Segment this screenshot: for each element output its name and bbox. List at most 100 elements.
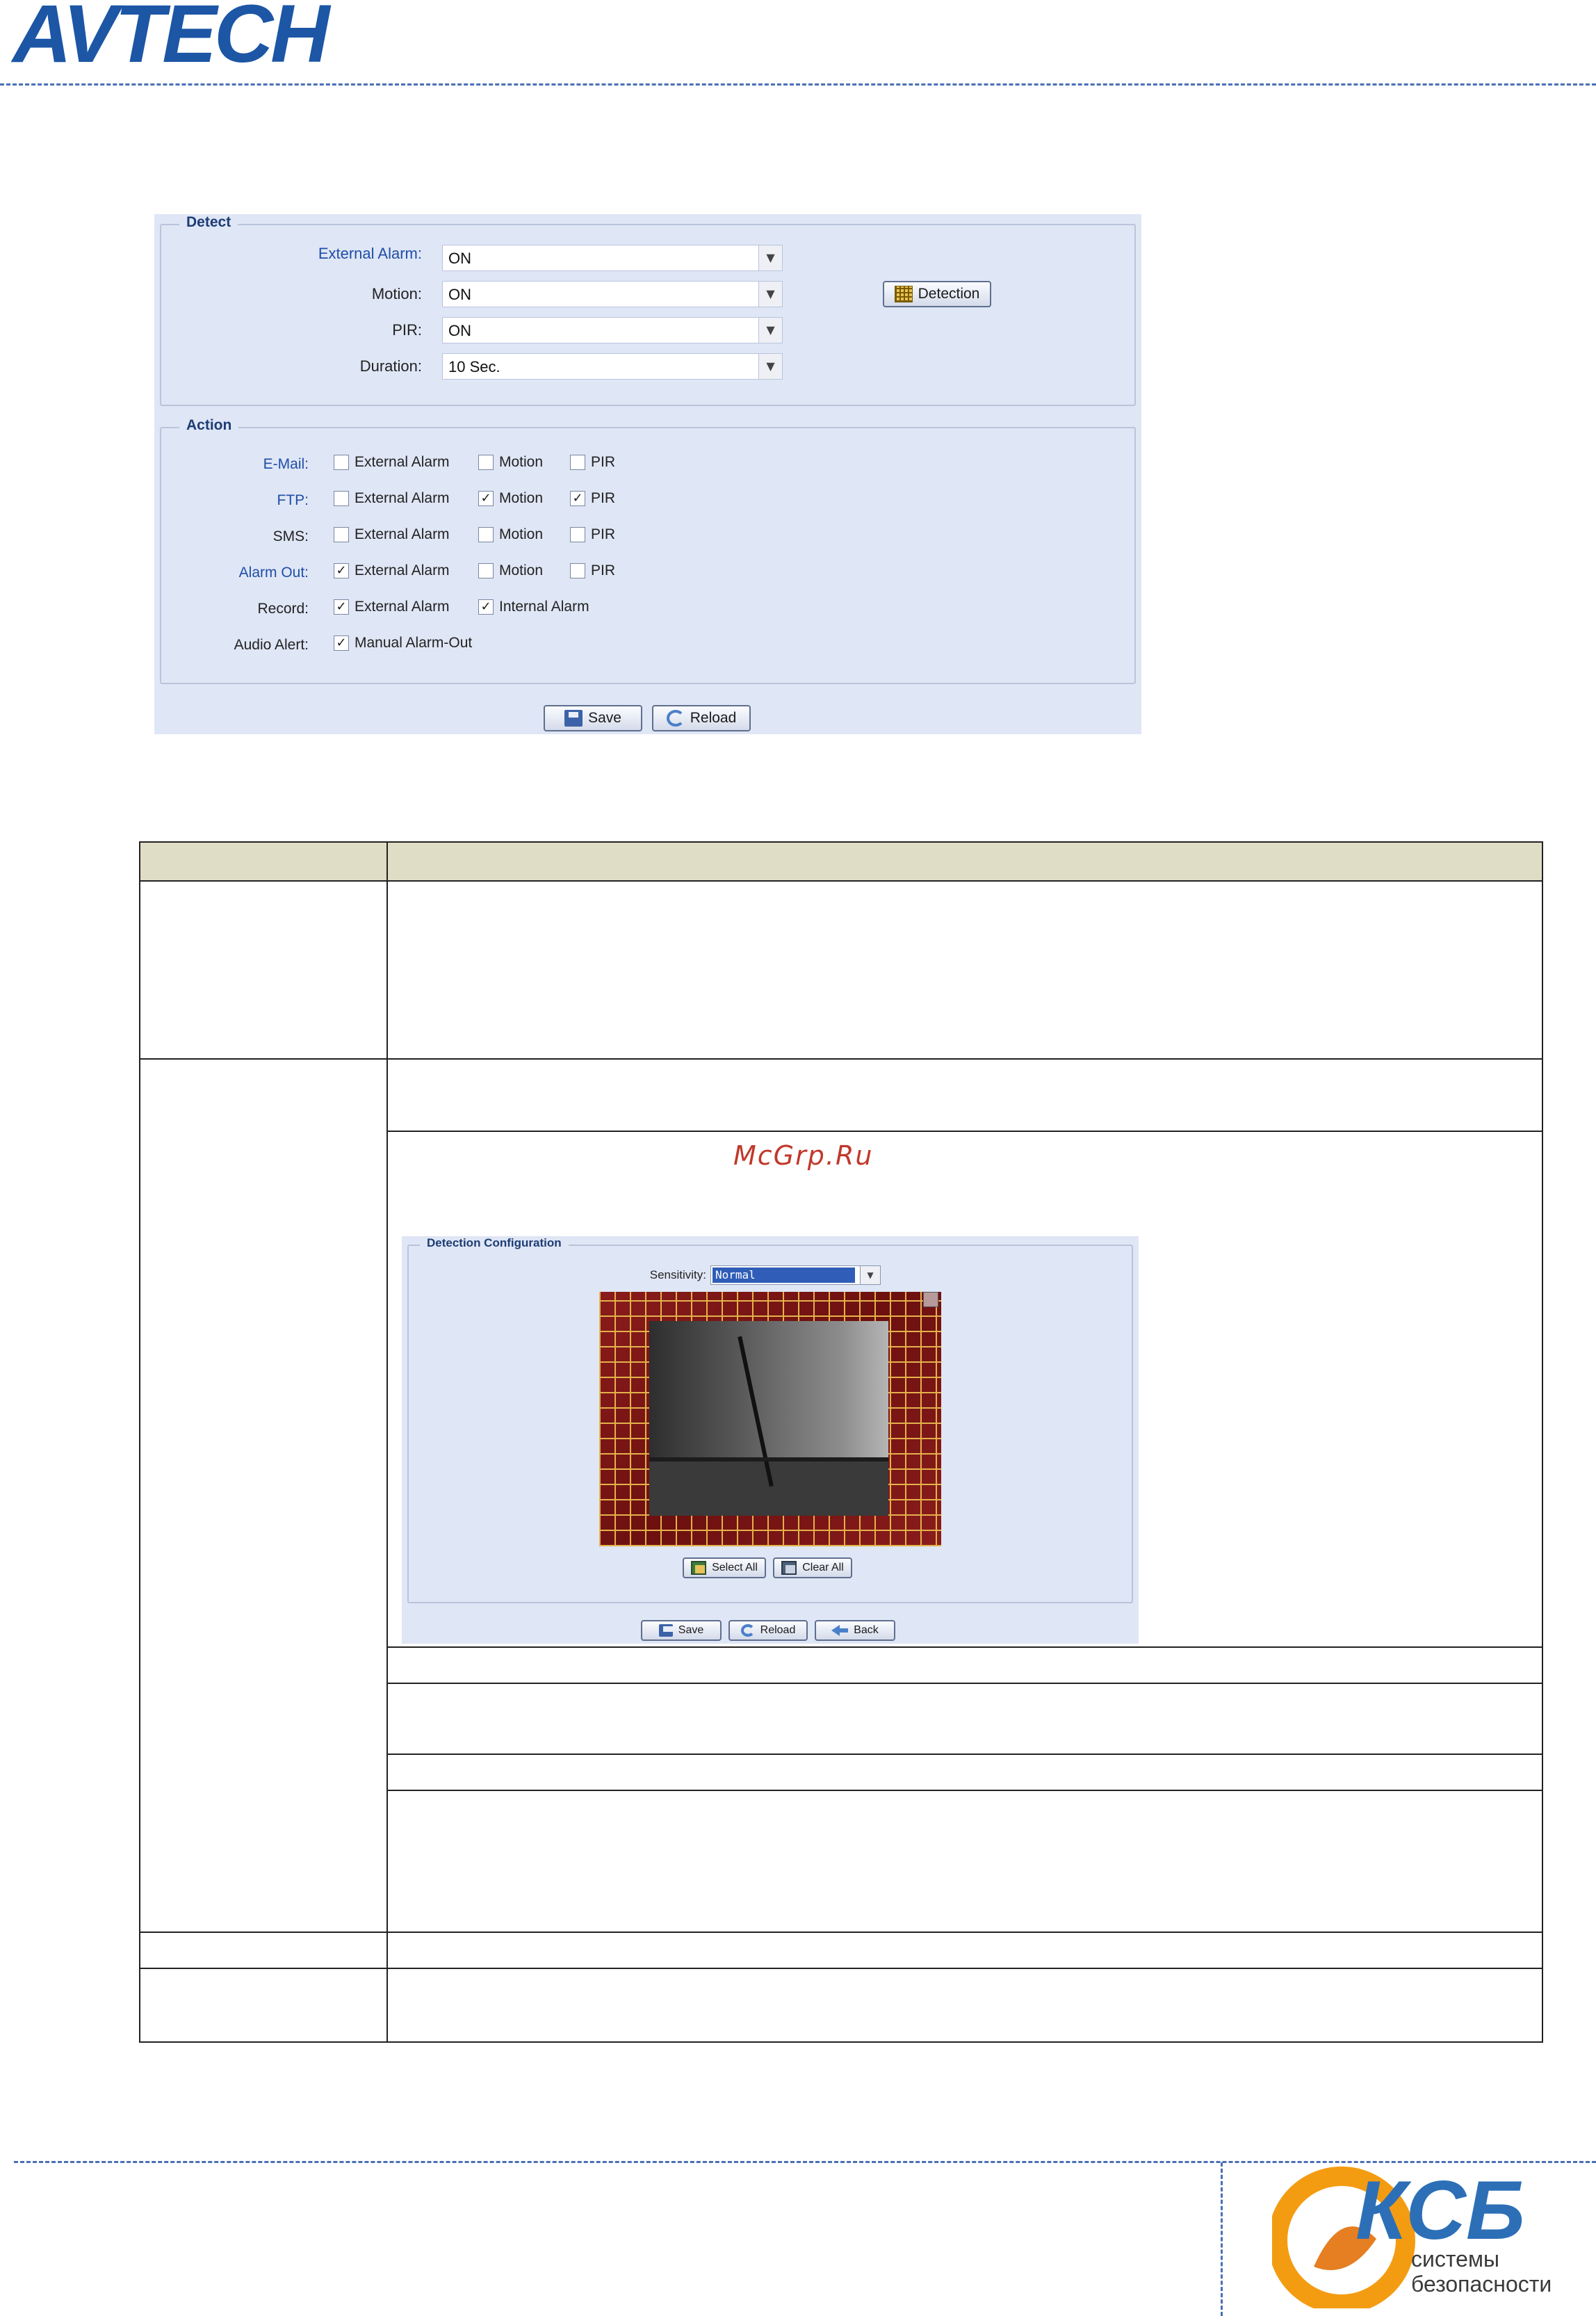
ksb-logo-line1: системы [1411, 2246, 1499, 2272]
reload-button[interactable]: Reload [652, 705, 751, 731]
action-checkbox-label: External Alarm [355, 526, 450, 542]
pir-select[interactable]: ON ▼ [442, 317, 783, 343]
external-alarm-value: ON [448, 250, 471, 267]
external-alarm-select[interactable]: ON ▼ [442, 245, 783, 271]
action-checkbox-label: External Alarm [355, 490, 450, 506]
chevron-down-icon[interactable]: ▼ [860, 1266, 880, 1284]
reload-button-label: Reload [690, 710, 737, 726]
detection-config-legend: Detection Configuration [420, 1236, 569, 1250]
action-checkbox[interactable] [334, 455, 349, 470]
motion-select[interactable]: ON ▼ [442, 281, 783, 307]
detection-reload-label: Reload [760, 1624, 796, 1636]
action-checkbox[interactable]: ✓ [570, 491, 585, 506]
sensitivity-label: Sensitivity: [649, 1268, 706, 1281]
action-checkbox-label: PIR [591, 490, 616, 506]
action-checkbox[interactable]: ✓ [334, 563, 349, 578]
save-button[interactable]: Save [544, 705, 642, 731]
table-row-divider [386, 1646, 1543, 1648]
ksb-logo-main: КСБ [1355, 2164, 1525, 2257]
action-row-label: FTP: [277, 492, 309, 508]
chevron-down-icon[interactable]: ▼ [758, 354, 782, 379]
detection-button-label: Detection [918, 286, 980, 302]
action-checkbox[interactable] [334, 491, 349, 506]
action-checkbox[interactable] [334, 527, 349, 542]
action-checkbox[interactable] [570, 455, 585, 470]
action-row-label: E-Mail: [263, 456, 309, 472]
reload-icon [740, 1624, 755, 1637]
grid-corner-cell[interactable] [923, 1292, 938, 1307]
table-row-divider [386, 1683, 1543, 1684]
detection-reload-button[interactable]: Reload [728, 1620, 808, 1641]
action-checkbox-label: Motion [499, 526, 544, 542]
pir-label: PIR: [392, 321, 422, 339]
action-checkbox-label: PIR [591, 454, 616, 470]
action-checkbox-label: PIR [591, 526, 616, 542]
action-checkbox[interactable] [478, 455, 494, 470]
motion-label: Motion: [371, 285, 422, 302]
duration-label: Duration: [359, 357, 422, 375]
action-checkbox[interactable] [570, 563, 585, 578]
table-row-divider [140, 1932, 1542, 1933]
action-legend: Action [179, 417, 239, 434]
detection-save-button[interactable]: Save [641, 1620, 722, 1641]
action-row-label: Record: [257, 601, 309, 617]
action-checkbox[interactable]: ✓ [334, 635, 349, 651]
detection-back-label: Back [854, 1624, 879, 1636]
ksb-logo: КСБ системы безопасности [1272, 2164, 1552, 2308]
ksb-logo-line2: безопасности [1411, 2272, 1552, 2297]
floppy-icon [564, 710, 583, 727]
sensitivity-value: Normal [712, 1268, 855, 1283]
action-checkbox-label: External Alarm [355, 454, 450, 470]
clear-all-icon [781, 1561, 797, 1575]
action-row-label: Alarm Out: [238, 565, 309, 581]
action-checkbox-label: Motion [499, 562, 544, 578]
floppy-icon [658, 1624, 673, 1637]
save-button-label: Save [588, 710, 621, 726]
action-row-label: Audio Alert: [234, 637, 309, 653]
select-all-icon [691, 1561, 707, 1575]
chevron-down-icon[interactable]: ▼ [758, 282, 782, 307]
action-checkbox[interactable] [570, 527, 585, 542]
reload-icon [666, 710, 685, 727]
detection-button[interactable]: Detection [883, 281, 991, 307]
action-row-label: SMS: [272, 528, 309, 544]
action-checkbox-label: Motion [499, 490, 544, 506]
back-arrow-icon [831, 1623, 849, 1637]
table-header-row [140, 843, 1542, 882]
chevron-down-icon[interactable]: ▼ [758, 318, 782, 343]
select-all-button[interactable]: Select All [683, 1557, 766, 1578]
duration-value: 10 Sec. [448, 358, 500, 375]
chevron-down-icon[interactable]: ▼ [758, 245, 782, 270]
action-checkbox[interactable]: ✓ [478, 599, 494, 615]
detection-configuration-panel: Detection Configuration Sensitivity: Nor… [402, 1236, 1139, 1644]
detection-save-label: Save [678, 1624, 704, 1636]
action-checkbox[interactable] [478, 527, 494, 542]
action-checkbox-label: PIR [591, 562, 616, 578]
detection-back-button[interactable]: Back [815, 1620, 895, 1641]
alarm-settings-panel: Detect External Alarm: ON ▼ Motion: ON ▼… [154, 214, 1141, 734]
action-checkbox[interactable] [478, 563, 494, 578]
duration-select[interactable]: 10 Sec. ▼ [442, 353, 783, 380]
action-checkbox-label: Manual Alarm-Out [355, 635, 473, 651]
sensitivity-select[interactable]: Normal ▼ [710, 1265, 881, 1285]
motion-value: ON [448, 286, 471, 303]
table-row-divider [386, 1790, 1543, 1791]
table-row-divider [140, 1968, 1542, 1969]
grid-icon [894, 286, 913, 302]
detect-legend: Detect [179, 214, 238, 231]
watermark: McGrp.Ru [733, 1140, 874, 1171]
table-row-divider [386, 1754, 1543, 1755]
action-checkbox[interactable]: ✓ [478, 491, 494, 506]
clear-all-label: Clear All [802, 1562, 844, 1573]
header-divider [0, 83, 1596, 86]
action-checkbox[interactable]: ✓ [334, 599, 349, 615]
clear-all-button[interactable]: Clear All [773, 1557, 852, 1578]
action-checkbox-label: Motion [499, 454, 544, 470]
external-alarm-label: External Alarm: [318, 245, 422, 262]
action-checkbox-label: External Alarm [355, 599, 450, 615]
footer-vertical-divider [1221, 2162, 1223, 2316]
motion-detection-grid[interactable] [599, 1292, 941, 1546]
pir-value: ON [448, 322, 471, 339]
table-row-divider [140, 1058, 1542, 1060]
camera-preview-image [649, 1321, 888, 1516]
